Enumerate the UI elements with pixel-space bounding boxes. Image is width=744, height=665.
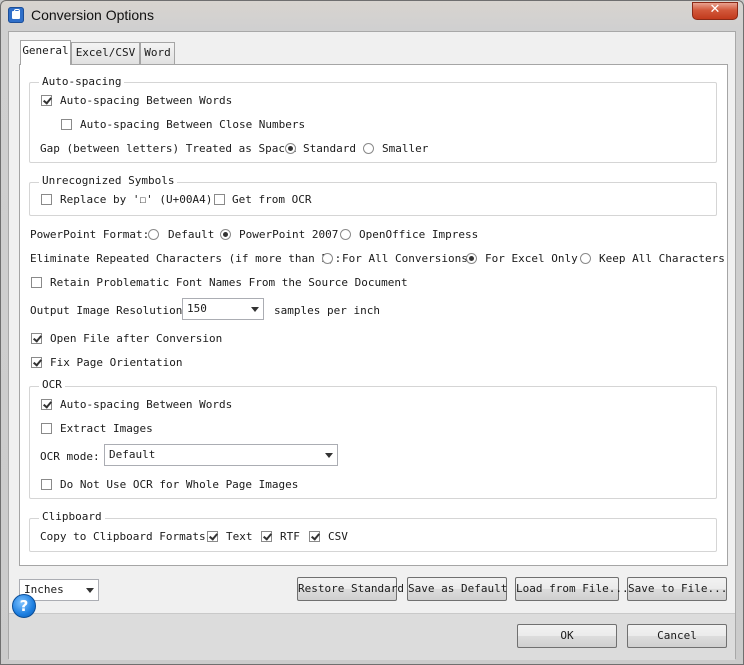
tab-excel-csv[interactable]: Excel/CSV [71,42,140,64]
eliminate-excel-label: For Excel Only [485,252,578,265]
fix-orientation-label: Fix Page Orientation [50,356,183,369]
extract-images-label: Extract Images [60,422,153,435]
retain-fonts-label: Retain Problematic Font Names From the S… [50,276,408,289]
clipboard-text-checkbox[interactable] [207,531,218,542]
autospacing-numbers-label: Auto-spacing Between Close Numbers [80,118,306,131]
tab-excel-csv-label: Excel/CSV [75,46,136,59]
eliminate-keep-label: Keep All Characters [599,252,725,265]
tab-general-label: General [22,44,69,57]
powerpoint-format-label: PowerPoint Format: [30,228,150,241]
eliminate-keep-radio[interactable] [580,253,591,264]
ocr-autospacing-checkbox[interactable] [41,399,52,410]
tab-word-label: Word [144,46,171,59]
gap-standard-label: Standard [303,142,356,155]
restore-standard-button[interactable]: Restore Standard [297,577,404,601]
window-title: Conversion Options [31,7,154,23]
clipboard-rtf-checkbox[interactable] [261,531,272,542]
load-from-file-button[interactable]: Load from File... [515,577,629,601]
replace-symbol-checkbox[interactable] [41,194,52,205]
ocr-group-label: OCR [39,378,65,391]
title-bar: Conversion Options ✕ [1,1,743,31]
ocr-mode-value: Default [109,448,156,461]
clipboard-label: Copy to Clipboard Formats: [40,530,213,543]
dialog-client: General Excel/CSV Word Auto-spacing Auto… [8,31,736,660]
clipboard-rtf-label: RTF [280,530,300,543]
units-value: Inches [24,583,64,596]
ppt-openoffice-label: OpenOffice Impress [359,228,479,241]
eliminate-all-label: For All Conversions [342,252,468,265]
eliminate-label: Eliminate Repeated Characters (if more t… [30,252,342,265]
autospacing-words-label: Auto-spacing Between Words [60,94,233,107]
tab-word[interactable]: Word [140,42,175,64]
autospacing-group-label: Auto-spacing [39,75,125,88]
ok-button[interactable]: OK [517,624,617,648]
gap-label: Gap (between letters) Treated as Space: [40,142,299,155]
ppt-default-label: Default [168,228,215,241]
app-icon [8,7,24,23]
gap-standard-radio[interactable] [285,143,296,154]
ppt-2007-radio[interactable] [220,229,231,240]
extract-images-checkbox[interactable] [41,423,52,434]
autospacing-words-checkbox[interactable] [41,95,52,106]
ppt-default-radio[interactable] [148,229,159,240]
ocr-mode-combo[interactable]: Default [104,444,338,466]
resolution-value: 150 [187,302,207,315]
retain-fonts-checkbox[interactable] [31,277,42,288]
close-button[interactable]: ✕ [692,2,738,20]
no-ocr-checkbox[interactable] [41,479,52,490]
resolution-suffix: samples per inch [274,304,380,317]
help-icon[interactable]: ? [12,594,36,618]
dialog-footer: OK Cancel [9,613,735,660]
ppt-2007-label: PowerPoint 2007 [239,228,339,241]
gap-smaller-label: Smaller [382,142,429,155]
get-from-ocr-label: Get from OCR [232,193,312,206]
ocr-autospacing-label: Auto-spacing Between Words [60,398,233,411]
eliminate-excel-radio[interactable] [466,253,477,264]
tab-general[interactable]: General [20,40,71,65]
clipboard-csv-label: CSV [328,530,348,543]
resolution-label: Output Image Resolution: [30,304,189,317]
get-from-ocr-checkbox[interactable] [214,194,225,205]
general-panel: Auto-spacing Auto-spacing Between Words … [19,64,728,566]
replace-symbol-label: Replace by '☐' (U+00A4) [60,193,213,206]
chevron-down-icon [325,453,333,458]
unrecognized-group-label: Unrecognized Symbols [39,174,178,187]
no-ocr-label: Do Not Use OCR for Whole Page Images [60,478,299,491]
autospacing-numbers-checkbox[interactable] [61,119,72,130]
gap-smaller-radio[interactable] [363,143,374,154]
close-icon: ✕ [709,2,721,17]
save-as-default-button[interactable]: Save as Default [407,577,507,601]
ppt-openoffice-radio[interactable] [340,229,351,240]
clipboard-csv-checkbox[interactable] [309,531,320,542]
ocr-mode-label: OCR mode: [40,450,100,463]
open-after-label: Open File after Conversion [50,332,223,345]
clipboard-group-label: Clipboard [39,510,105,523]
cancel-button[interactable]: Cancel [627,624,727,648]
conversion-options-window: Conversion Options ✕ General Excel/CSV W… [0,0,744,665]
eliminate-all-radio[interactable] [322,253,333,264]
save-to-file-button[interactable]: Save to File... [627,577,727,601]
chevron-down-icon [86,588,94,593]
chevron-down-icon [251,307,259,312]
open-after-checkbox[interactable] [31,333,42,344]
clipboard-text-label: Text [226,530,253,543]
fix-orientation-checkbox[interactable] [31,357,42,368]
resolution-combo[interactable]: 150 [182,298,264,320]
